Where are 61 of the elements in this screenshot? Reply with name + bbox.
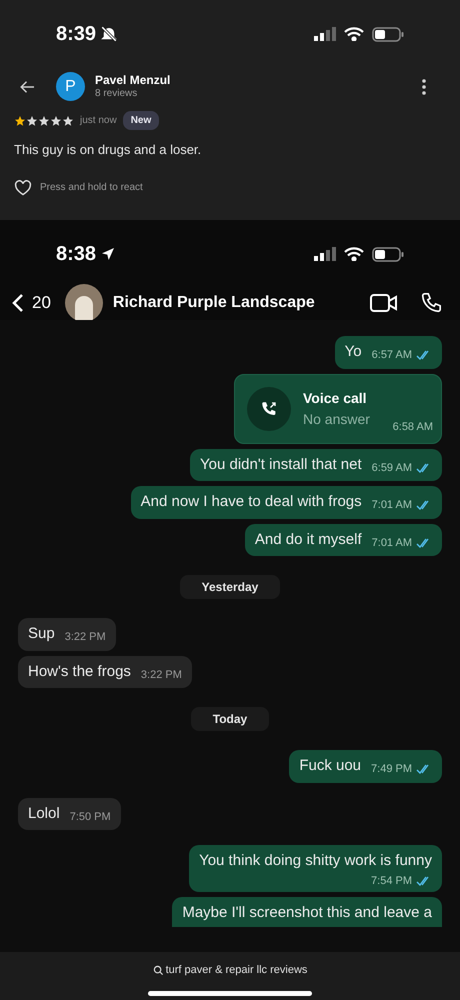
status-time: 8:39 [56,22,96,47]
video-call-icon[interactable] [370,293,398,313]
message-time: 7:01 AM [372,498,412,513]
more-options-icon[interactable] [422,78,426,94]
contact-avatar [64,284,103,322]
avatar: P [56,72,85,101]
message-text: How's the frogs [28,662,131,682]
back-button[interactable]: 20 [12,290,51,316]
heart-icon[interactable] [14,180,32,196]
message-bubble[interactable]: You think doing shitty work is funny 7:54 PM [189,845,442,892]
message-time: 7:50 PM [70,810,111,824]
reviewer-name: Pavel Menzul [95,72,170,88]
chevron-left-icon [12,293,24,313]
phone-callback-icon [260,400,278,418]
message-time: 3:22 PM [64,630,106,645]
message-bubble[interactable]: Yo 6:57 AM [334,336,442,368]
signal-icon [314,247,336,261]
message-bubble[interactable]: And do it myself 7:01 AM [244,524,442,556]
wifi-icon [344,27,364,41]
battery-icon [372,26,404,42]
search-query[interactable]: turf paver & repair llc reviews [166,962,308,978]
message-time: 3:22 PM [140,668,182,682]
new-badge: New [122,111,160,130]
search-icon [152,964,164,976]
message-time: 6:58 AM [392,420,433,435]
message-bubble[interactable]: Fuck uou 7:49 PM [289,750,442,782]
review-time: just now [80,114,117,128]
message-bubble[interactable]: You didn't install that net 6:59 AM [190,448,442,481]
message-time: 6:59 AM [372,460,412,476]
message-time: 7:54 PM [371,874,412,888]
date-separator: Today [190,707,270,731]
call-status: No answer [303,410,370,428]
call-title: Voice call [303,388,368,408]
message-bubble[interactable]: And now I have to deal with frogs 7:01 AM [130,486,442,518]
message-bubble[interactable]: Lolol 7:50 PM [18,798,121,830]
message-text: You didn't install that net [200,454,362,474]
status-time: 8:38 [56,242,96,267]
date-separator: Yesterday [180,575,280,599]
message-text: Fuck uou [299,756,362,776]
message-time: 7:49 PM [371,762,412,777]
phone-icon[interactable] [420,292,442,314]
message-text: Lolol [28,804,60,824]
message-text: And do it myself [254,530,362,550]
message-time: 7:01 AM [372,536,412,550]
message-text: Yo [344,342,362,362]
message-bubble[interactable]: How's the frogs 3:22 PM [18,656,192,688]
message-text: You think doing shitty work is funny [199,851,432,871]
wifi-icon [344,247,364,261]
message-bubble[interactable]: Maybe I'll screenshot this and leave a [172,897,442,927]
message-text: And now I have to deal with frogs [140,492,362,512]
message-bubble[interactable]: Sup 3:22 PM [18,618,116,650]
voice-call-bubble[interactable]: Voice call No answer 6:58 AM [234,374,442,444]
contact-name: Richard Purple Landscape [112,293,315,313]
message-time: 6:57 AM [372,348,412,363]
battery-icon [372,246,404,262]
review-text: This guy is on drugs and a loser. [13,141,202,159]
review-count: 8 reviews [95,88,138,100]
message-text: Maybe I'll screenshot this and leave a [182,904,432,921]
message-text: Sup [28,624,55,644]
react-hint: Press and hold to react [40,181,143,195]
signal-icon [314,27,336,41]
